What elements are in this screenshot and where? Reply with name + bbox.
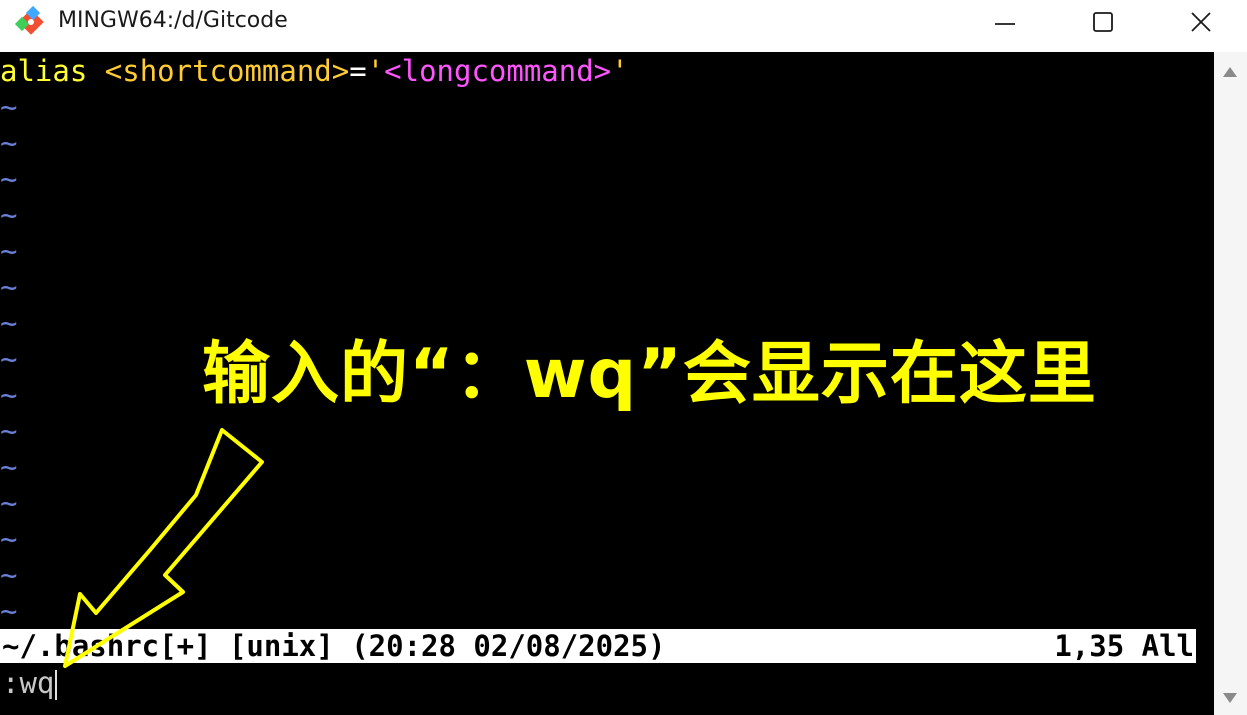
minimize-icon xyxy=(995,23,1015,25)
tilde-line: ~ xyxy=(0,450,18,484)
tilde-line: ~ xyxy=(0,126,18,160)
git-icon xyxy=(14,5,44,35)
quote-close: ' xyxy=(611,54,629,88)
tilde-line: ~ xyxy=(0,342,18,376)
tilde-line: ~ xyxy=(0,306,18,340)
maximize-icon xyxy=(1093,12,1113,32)
status-position: 1,35 All xyxy=(1054,629,1194,663)
tilde-line: ~ xyxy=(0,594,18,628)
tilde-line: ~ xyxy=(0,486,18,520)
equals-sign: = xyxy=(349,54,367,88)
command-text: :wq xyxy=(2,666,55,700)
scroll-down-icon[interactable] xyxy=(1222,692,1238,704)
annotation-text: 输入的“：wq”会显示在这里 xyxy=(202,335,1097,414)
quote-open: ' xyxy=(366,54,385,88)
title-bar: MINGW64:/d/Gitcode xyxy=(0,0,1247,52)
scroll-up-icon[interactable] xyxy=(1222,66,1238,78)
tilde-line: ~ xyxy=(0,198,18,232)
maximize-button[interactable] xyxy=(1054,0,1152,44)
tilde-line: ~ xyxy=(0,522,18,556)
tilde-line: ~ xyxy=(0,378,18,412)
editor-line-1[interactable]: alias <shortcommand>='<longcommand>' xyxy=(0,53,629,89)
text-cursor xyxy=(55,670,58,700)
alias-keyword: alias xyxy=(0,54,88,88)
close-icon xyxy=(1191,12,1211,32)
alias-value: <longcommand> xyxy=(384,54,612,88)
scrollbar[interactable] xyxy=(1214,52,1247,715)
status-line: ~/.bashrc[+] [unix] (20:28 02/08/2025) 1… xyxy=(0,629,1196,663)
close-button[interactable] xyxy=(1152,0,1247,44)
window-title: MINGW64:/d/Gitcode xyxy=(58,8,288,33)
alias-name: <shortcommand> xyxy=(104,54,350,88)
tilde-line: ~ xyxy=(0,90,18,124)
tilde-line: ~ xyxy=(0,414,18,448)
tilde-line: ~ xyxy=(0,270,18,304)
command-line[interactable]: :wq xyxy=(2,665,58,701)
tilde-line: ~ xyxy=(0,558,18,592)
status-file-info: ~/.bashrc[+] [unix] (20:28 02/08/2025) xyxy=(2,629,666,663)
minimize-button[interactable] xyxy=(956,0,1054,44)
tilde-line: ~ xyxy=(0,234,18,268)
tilde-line: ~ xyxy=(0,162,18,196)
